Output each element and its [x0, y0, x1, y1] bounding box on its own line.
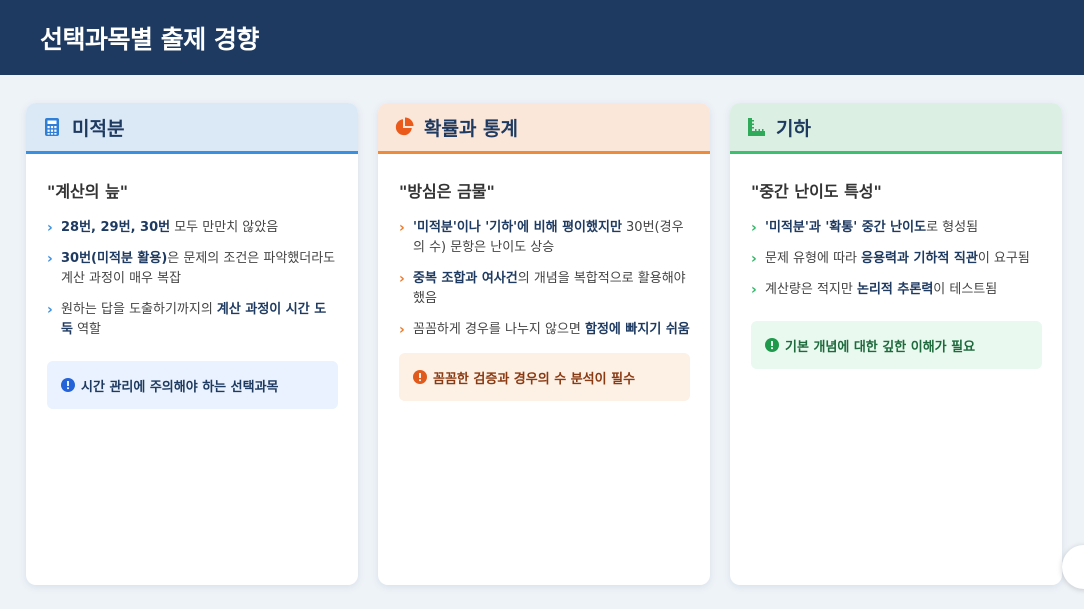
list-item: › 계산량은 적지만 논리적 추론력이 테스트됨: [751, 280, 1042, 300]
info-note: 시간 관리에 주의해야 하는 선택과목: [47, 361, 338, 409]
card-header: 미적분: [26, 103, 358, 154]
success-note: 기본 개념에 대한 깊한 이해가 필요: [751, 321, 1042, 369]
note-text: 기본 개념에 대한 깊한 이해가 필요: [785, 339, 976, 355]
chevron-right-icon: ›: [399, 322, 405, 338]
chevron-right-icon: ›: [751, 220, 757, 236]
subject-cards: 미적분 "계산의 늪" › 28번, 29번, 30번 모두 만만치 않았음 › 3…: [26, 103, 1062, 585]
list-item: › 28번, 29번, 30번 모두 만만치 않았음: [47, 218, 338, 238]
bullet-text: 계산량은 적지만: [765, 282, 857, 297]
bullet-text: 로 형성됨: [926, 220, 979, 235]
bullet-text: 이 요구됨: [977, 251, 1030, 266]
bullet-text: 이 테스트됨: [933, 282, 998, 297]
list-item: › '미적분'과 '확통' 중간 난이도로 형성됨: [751, 218, 1042, 238]
list-item: › 꼼꼼하게 경우를 나누지 않으면 함정에 빠지기 쉬움: [399, 320, 690, 340]
emphasis-text: 함정에 빠지기 쉬움: [585, 322, 690, 337]
info-icon: [61, 378, 75, 392]
emphasis-text: '미적분'이나 '기하'에 비해 평이했지만: [413, 220, 622, 235]
calculator-icon: [42, 117, 62, 137]
card-title: 미적분: [72, 117, 125, 140]
chevron-right-icon: ›: [751, 251, 757, 267]
bullet-list: › '미적분'과 '확통' 중간 난이도로 형성됨 › 문제 유형에 따라 응용력과…: [751, 218, 1042, 300]
calculus-card: 미적분 "계산의 늪" › 28번, 29번, 30번 모두 만만치 않았음 › 3…: [26, 103, 358, 585]
chevron-right-icon: ›: [47, 302, 53, 318]
alert-icon: [765, 338, 779, 352]
chevron-right-icon: ›: [47, 251, 53, 267]
chevron-right-icon: ›: [399, 220, 405, 236]
bullet-text: 역할: [72, 322, 102, 337]
bullet-text: 원하는 답을 도출하기까지의: [61, 302, 217, 317]
list-item: › 원하는 답을 도출하기까지의 계산 과정이 시간 도둑 역할: [47, 300, 338, 340]
emphasis-text: 중복 조합과 여사건: [413, 271, 518, 286]
scroll-button[interactable]: [1062, 545, 1084, 589]
ruler-icon: [746, 117, 766, 137]
list-item: › 30번(미적분 활용)은 문제의 조건은 파악했더라도 계산 과정이 매우 복…: [47, 249, 338, 289]
alert-icon: [413, 370, 427, 384]
card-quote: "방심은 금물": [399, 182, 495, 201]
bullet-text: 꼼꼼하게 경우를 나누지 않으면: [413, 322, 586, 337]
list-item: › 중복 조합과 여사건의 개념을 복합적으로 활용해야 했음: [399, 269, 690, 309]
bullet-text: 문제 유형에 따라: [765, 251, 862, 266]
card-quote: "계산의 늪": [47, 182, 129, 201]
emphasis-text: '미적분'과 '확통' 중간 난이도: [765, 220, 927, 235]
note-text: 시간 관리에 주의해야 하는 선택과목: [81, 379, 279, 395]
card-title: 기하: [776, 117, 811, 140]
emphasis-text: 논리적 추론력: [857, 282, 934, 297]
pie-chart-icon: [394, 117, 414, 137]
emphasis-text: 28번, 29번, 30번: [61, 220, 171, 235]
bullet-text: 모두 만만치 않았음: [170, 220, 279, 235]
emphasis-text: 응용력과 기하적 직관: [861, 251, 978, 266]
page-title: 선택과목별 출제 경향: [40, 24, 259, 54]
card-title: 확률과 통계: [424, 117, 519, 140]
card-header: 기하: [730, 103, 1062, 154]
probability-card: 확률과 통계 "방심은 금물" › '미적분'이나 '기하'에 비해 평이했지만 …: [378, 103, 710, 585]
note-text: 꼼꼼한 검증과 경우의 수 분석이 필수: [433, 371, 636, 387]
chevron-right-icon: ›: [399, 271, 405, 287]
list-item: › 문제 유형에 따라 응용력과 기하적 직관이 요구됨: [751, 249, 1042, 269]
warning-note: 꼼꼼한 검증과 경우의 수 분석이 필수: [399, 353, 690, 401]
card-quote: "중간 난이도 특성": [751, 182, 882, 201]
list-item: › '미적분'이나 '기하'에 비해 평이했지만 30번(경우의 수) 문항은 난…: [399, 218, 690, 258]
chevron-right-icon: ›: [751, 282, 757, 298]
geometry-card: 기하 "중간 난이도 특성" › '미적분'과 '확통' 중간 난이도로 형성됨 …: [730, 103, 1062, 585]
emphasis-text: 30번(미적분 활용): [61, 251, 168, 266]
card-header: 확률과 통계: [378, 103, 710, 154]
chevron-right-icon: ›: [47, 220, 53, 236]
bullet-list: › '미적분'이나 '기하'에 비해 평이했지만 30번(경우의 수) 문항은 난…: [399, 218, 690, 340]
bullet-list: › 28번, 29번, 30번 모두 만만치 않았음 › 30번(미적분 활용)은 …: [47, 218, 338, 340]
page-header: 선택과목별 출제 경향: [0, 0, 1084, 75]
